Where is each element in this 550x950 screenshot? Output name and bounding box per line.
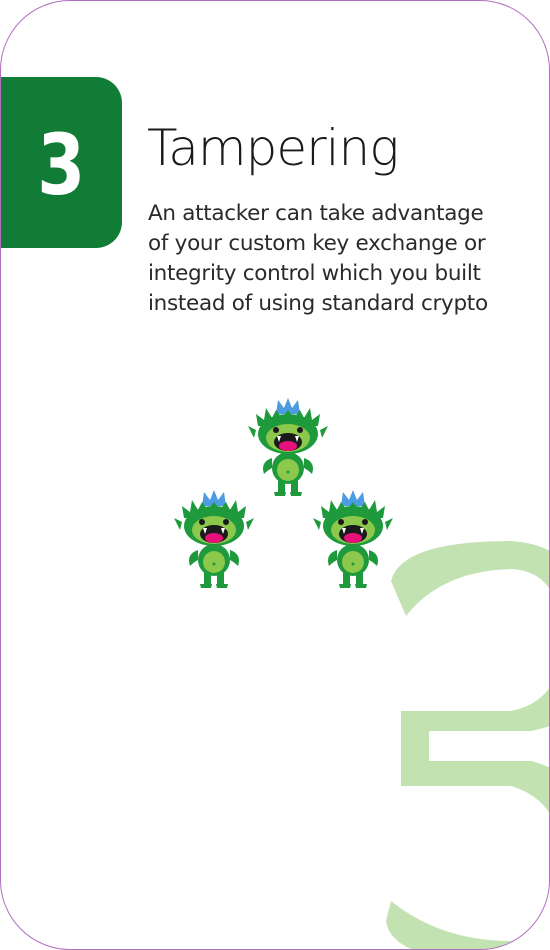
card-title: Tampering bbox=[147, 119, 399, 177]
description-line: of your custom key exchange or bbox=[148, 231, 486, 256]
card-number: 3 bbox=[37, 115, 86, 214]
card-description: An attacker can take advantage of your c… bbox=[148, 199, 528, 319]
description-line: An attacker can take advantage bbox=[148, 201, 484, 226]
monster-icon bbox=[313, 490, 393, 588]
description-line: integrity control which you built bbox=[148, 261, 481, 286]
threat-card: 3 Tampering An attacker can take advanta… bbox=[0, 0, 550, 950]
monster-icon bbox=[248, 398, 328, 496]
description-line: instead of using standard crypto bbox=[148, 291, 488, 316]
monster-icon bbox=[174, 490, 254, 588]
card-number-badge: 3 bbox=[1, 77, 122, 248]
